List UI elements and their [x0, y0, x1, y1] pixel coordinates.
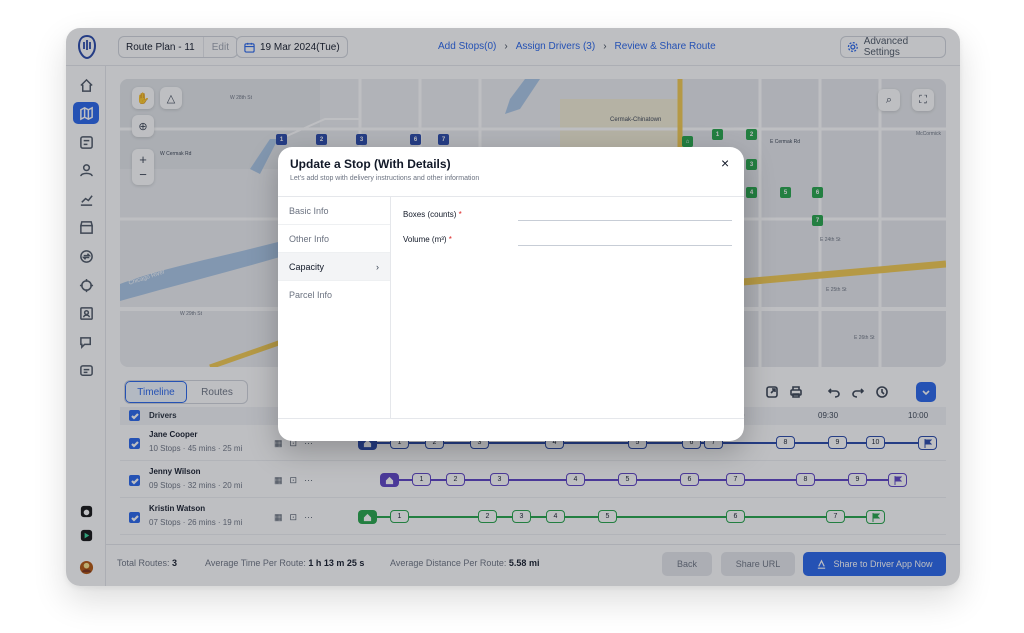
- boxes-input[interactable]: [518, 209, 732, 221]
- boxes-label-text: Boxes (counts): [403, 210, 457, 219]
- nav-basic-info[interactable]: Basic Info: [278, 197, 390, 225]
- chevron-right-icon: ›: [376, 261, 379, 272]
- close-icon[interactable]: ×: [721, 155, 729, 171]
- required-marker: *: [448, 235, 452, 244]
- boxes-label: Boxes (counts) *: [403, 210, 462, 219]
- nav-capacity-label: Capacity: [289, 261, 325, 272]
- volume-label: Volume (m³) *: [403, 235, 452, 244]
- modal-footer-divider: [278, 418, 744, 419]
- modal-nav: Basic Info Other Info Capacity › Parcel …: [278, 197, 391, 419]
- nav-other-info[interactable]: Other Info: [278, 225, 390, 253]
- modal-subtitle: Let's add stop with delivery instruction…: [290, 175, 480, 182]
- nav-parcel-info[interactable]: Parcel Info: [278, 281, 390, 309]
- nav-capacity[interactable]: Capacity ›: [278, 253, 390, 281]
- modal-title: Update a Stop (With Details): [290, 157, 451, 171]
- volume-input[interactable]: [518, 234, 732, 246]
- required-marker: *: [458, 210, 462, 219]
- update-stop-modal: Update a Stop (With Details) Let's add s…: [278, 147, 744, 441]
- volume-label-text: Volume (m³): [403, 235, 447, 244]
